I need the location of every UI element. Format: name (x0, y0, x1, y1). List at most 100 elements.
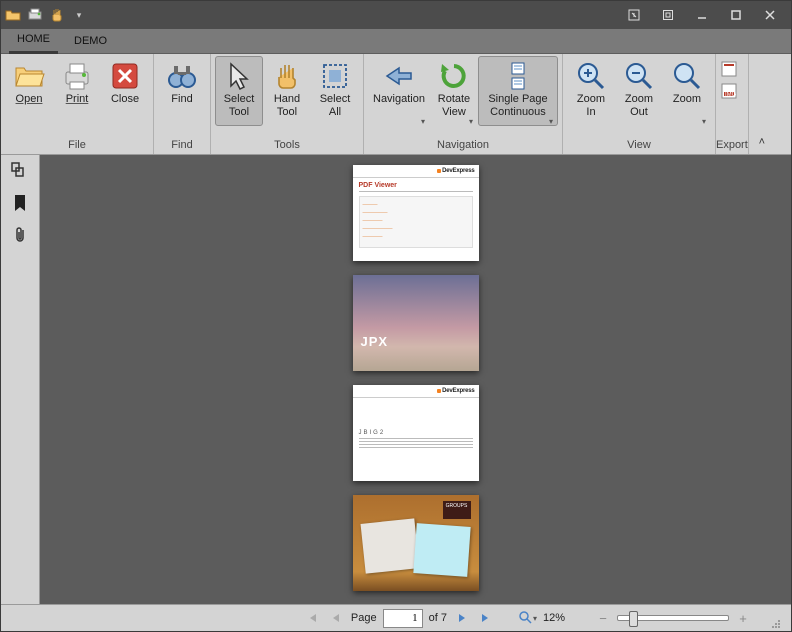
group-file-label: File (1, 136, 153, 154)
page-label: Page (351, 612, 377, 624)
titlebar: ▾ (1, 1, 791, 29)
window-buttons (617, 1, 787, 29)
page1-title: PDF Viewer (359, 182, 473, 189)
resize-grip-icon[interactable] (769, 617, 783, 631)
group-tools: Select Tool Hand Tool Select All Tools (211, 54, 364, 154)
page2-text: JPX (361, 334, 389, 349)
thumbnails-pane-button[interactable] (10, 161, 30, 181)
content-area: DevExpress PDF Viewer ——————————————————… (1, 155, 791, 604)
open-icon[interactable] (5, 7, 21, 23)
tab-home[interactable]: HOME (9, 28, 58, 54)
page-thumbnail-1[interactable]: DevExpress PDF Viewer ——————————————————… (353, 165, 479, 261)
navigate-icon (383, 60, 415, 92)
zoom-percent-label: 12% (543, 612, 565, 624)
find-label: Find (171, 93, 192, 123)
print-icon[interactable] (27, 7, 43, 23)
zoom-label: Zoom (673, 93, 701, 123)
tab-demo[interactable]: DEMO (66, 30, 115, 53)
chevron-down-icon: ▾ (702, 117, 706, 126)
cursor-icon (223, 60, 255, 92)
page-count-label: of 7 (429, 612, 447, 624)
zoom-in-icon (575, 60, 607, 92)
chevron-down-icon: ▾ (469, 117, 473, 126)
close-file-button[interactable]: Close (101, 56, 149, 126)
zoom-plus-button[interactable]: + (735, 611, 751, 626)
status-bar: Page of 7 ▾ 12% − + (1, 604, 791, 631)
select-tool-button[interactable]: Select Tool (215, 56, 263, 126)
bookmarks-pane-button[interactable] (10, 193, 30, 213)
group-tools-label: Tools (211, 136, 363, 154)
select-tool-label: Select Tool (224, 93, 255, 123)
ribbon-display-options-icon[interactable] (617, 1, 651, 29)
zoom-in-label: Zoom In (577, 93, 605, 123)
page-thumbnail-3[interactable]: DevExpress JBIG2 (353, 385, 479, 481)
ribbon: Open Print Close File Find (1, 54, 791, 155)
open-label: Open (16, 93, 43, 123)
attachments-pane-button[interactable] (10, 225, 30, 245)
page-thumbnail-2[interactable]: JPX (353, 275, 479, 371)
group-navigation-label: Navigation (364, 136, 562, 154)
page3-subtitle: JBIG2 (359, 430, 473, 436)
select-all-button[interactable]: Select All (311, 56, 359, 126)
close-file-icon (109, 60, 141, 92)
close-button[interactable] (753, 1, 787, 29)
maximize-button[interactable] (719, 1, 753, 29)
zoom-out-button[interactable]: Zoom Out (615, 56, 663, 126)
zoom-dropdown-button[interactable]: ▾ (519, 609, 537, 627)
binoculars-icon (166, 60, 198, 92)
rotate-view-label: Rotate View (438, 93, 470, 123)
hand-tool-icon (271, 60, 303, 92)
page1-brand: DevExpress (442, 168, 474, 174)
close-label: Close (111, 93, 139, 123)
group-find-label: Find (154, 136, 210, 154)
group-export-label: Export (716, 136, 748, 154)
app-window: ▾ HOME DEMO Open Print (0, 0, 792, 632)
prev-page-button[interactable] (327, 609, 345, 627)
maximize-alt-icon[interactable] (651, 1, 685, 29)
hand-tool-button[interactable]: Hand Tool (263, 56, 311, 126)
page4-badge: GROUPS (443, 501, 471, 519)
page3-brand: DevExpress (442, 388, 474, 394)
group-file: Open Print Close File (1, 54, 154, 154)
export-button-2[interactable]: IMG (720, 82, 738, 100)
page-thumbnail-4[interactable]: GROUPS (353, 495, 479, 591)
navigation-button[interactable]: Navigation ▾ (368, 56, 430, 126)
last-page-button[interactable] (477, 609, 495, 627)
group-view-label: View (563, 136, 715, 154)
next-page-button[interactable] (453, 609, 471, 627)
hand-icon[interactable] (49, 7, 65, 23)
group-navigation: Navigation ▾ Rotate View ▾ Single Page C… (364, 54, 563, 154)
zoom-out-label: Zoom Out (625, 93, 653, 123)
rotate-icon (438, 60, 470, 92)
zoom-button[interactable]: Zoom ▾ (663, 56, 711, 126)
zoom-slider-thumb[interactable] (629, 611, 638, 627)
qat-dropdown-icon[interactable]: ▾ (71, 7, 87, 23)
svg-text:IMG: IMG (725, 92, 737, 98)
hand-tool-label: Hand Tool (274, 93, 300, 123)
first-page-button[interactable] (303, 609, 321, 627)
printer-icon (61, 60, 93, 92)
group-export: IMG Export (716, 54, 748, 154)
rotate-view-button[interactable]: Rotate View ▾ (430, 56, 478, 126)
ribbon-tabs: HOME DEMO (1, 29, 791, 54)
find-button[interactable]: Find (158, 56, 206, 126)
select-all-icon (319, 60, 351, 92)
zoom-minus-button[interactable]: − (595, 611, 611, 626)
zoom-in-button[interactable]: Zoom In (567, 56, 615, 126)
chevron-up-icon: ˄ (759, 136, 765, 148)
page-number-input[interactable] (383, 609, 423, 628)
print-label: Print (66, 93, 89, 123)
document-viewport[interactable]: DevExpress PDF Viewer ——————————————————… (40, 155, 791, 604)
single-page-continuous-icon (502, 60, 534, 92)
print-button[interactable]: Print (53, 56, 101, 126)
minimize-button[interactable] (685, 1, 719, 29)
open-button[interactable]: Open (5, 56, 53, 126)
page-layout-button[interactable]: Single Page Continuous ▾ (478, 56, 558, 126)
folder-open-icon (13, 60, 45, 92)
chevron-down-icon: ▾ (421, 117, 425, 126)
export-button-1[interactable] (720, 60, 738, 78)
navigation-label: Navigation (373, 93, 425, 123)
zoom-slider[interactable] (617, 615, 729, 621)
ribbon-collapse-button[interactable]: ˄ (748, 54, 775, 154)
zoom-out-icon (623, 60, 655, 92)
